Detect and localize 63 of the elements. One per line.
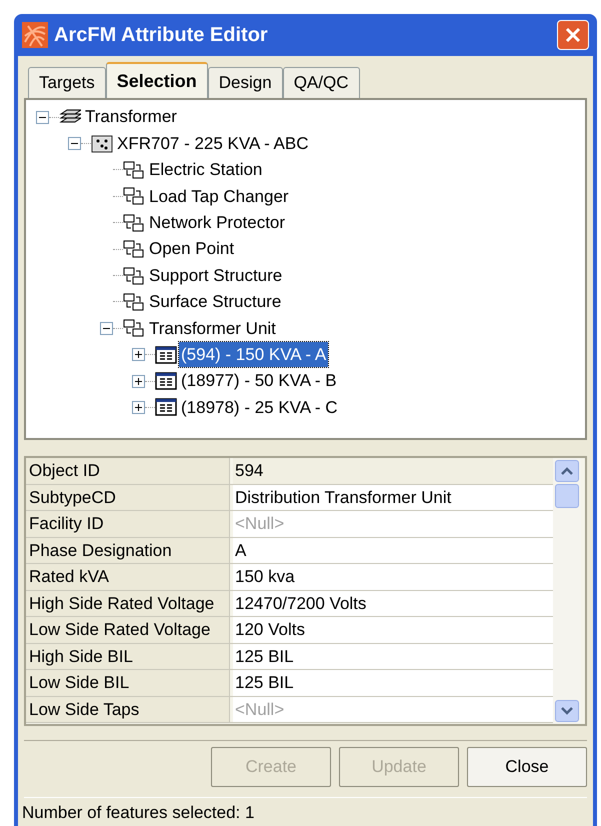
- linked-boxes-icon: [123, 292, 145, 311]
- linked-boxes-icon: [123, 160, 145, 179]
- expand-icon[interactable]: [132, 374, 145, 388]
- tree-item[interactable]: Electric Station: [147, 157, 264, 183]
- tab[interactable]: QA/QC: [282, 67, 360, 98]
- linked-boxes-icon: [123, 187, 145, 206]
- attribute-name: Facility ID: [26, 511, 230, 536]
- table-icon: [155, 398, 177, 416]
- tree-item[interactable]: Surface Structure: [147, 289, 284, 315]
- linked-boxes-icon: [123, 266, 145, 285]
- attribute-name: Low Side Rated Voltage: [26, 617, 230, 642]
- chevron-down-icon: [561, 707, 573, 715]
- close-button[interactable]: [557, 20, 589, 50]
- attribute-name: Phase Designation: [26, 538, 230, 563]
- attribute-value[interactable]: 594: [233, 458, 553, 484]
- status-text: Number of features selected: 1: [21, 802, 256, 824]
- tree-item[interactable]: Transformer: [83, 104, 179, 130]
- tree-item[interactable]: Transformer Unit: [147, 316, 278, 342]
- attribute-name: Low Side BIL: [26, 670, 230, 696]
- attribute-name: Rated kVA: [26, 564, 230, 590]
- tree-item[interactable]: Open Point: [147, 236, 236, 262]
- attribute-value[interactable]: Distribution Transformer Unit: [233, 484, 553, 510]
- tree-item[interactable]: Load Tap Changer: [147, 184, 291, 210]
- chevron-up-icon: [561, 467, 573, 475]
- attribute-value[interactable]: 12470/7200 Volts: [233, 590, 553, 616]
- tree-item[interactable]: Network Protector: [147, 210, 288, 236]
- tree-item[interactable]: (18977) - 50 KVA - B: [179, 368, 339, 394]
- tab[interactable]: Selection: [106, 62, 208, 98]
- linked-boxes-icon: [123, 319, 145, 338]
- attribute-value[interactable]: 120 Volts: [233, 617, 553, 642]
- app-logo-icon: [22, 22, 48, 48]
- collapse-icon[interactable]: [68, 137, 81, 150]
- tab[interactable]: Design: [208, 67, 283, 98]
- table-icon: [155, 372, 177, 390]
- close-icon: [565, 27, 581, 43]
- linked-boxes-icon: [123, 214, 145, 232]
- attribute-name: Low Side Taps: [26, 696, 230, 722]
- attribute-value[interactable]: A: [233, 538, 553, 563]
- scroll-down-button[interactable]: [555, 700, 579, 722]
- scroll-thumb[interactable]: [555, 484, 579, 508]
- collapse-icon[interactable]: [100, 322, 113, 335]
- expand-icon[interactable]: [132, 348, 145, 362]
- attribute-value[interactable]: 125 BIL: [233, 670, 553, 696]
- attribute-name: High Side BIL: [26, 644, 230, 669]
- dotted-square-icon: [91, 134, 113, 153]
- attribute-name: SubtypeCD: [26, 484, 230, 510]
- scroll-up-button[interactable]: [555, 460, 579, 482]
- tree-item[interactable]: (18978) - 25 KVA - C: [179, 394, 340, 420]
- expand-icon[interactable]: [132, 400, 145, 414]
- attribute-name: Object ID: [26, 458, 230, 484]
- tree-item[interactable]: (594) - 150 KVA - A: [179, 342, 328, 368]
- tree-item[interactable]: Support Structure: [147, 262, 284, 288]
- dialog-button[interactable]: Close: [467, 747, 587, 787]
- tab[interactable]: Targets: [28, 67, 106, 98]
- tree-item[interactable]: XFR707 - 225 KVA - ABC: [115, 130, 310, 156]
- linked-boxes-icon: [123, 240, 145, 258]
- table-icon: [155, 346, 177, 364]
- attribute-name: High Side Rated Voltage: [26, 590, 230, 616]
- collapse-icon[interactable]: [36, 110, 49, 124]
- scrollbar[interactable]: [553, 458, 581, 724]
- attribute-value[interactable]: 150 kva: [233, 564, 553, 590]
- attribute-value[interactable]: 125 BIL: [233, 644, 553, 669]
- window-title: ArcFM Attribute Editor: [54, 23, 269, 48]
